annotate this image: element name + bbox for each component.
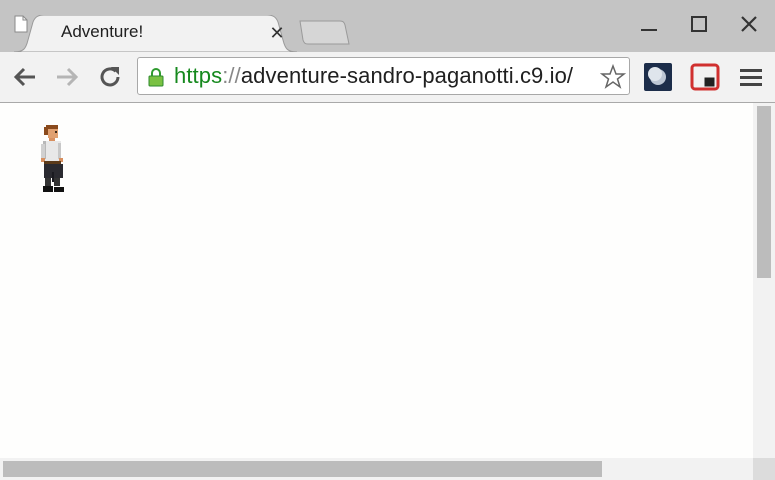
page-viewport <box>0 103 753 458</box>
vertical-scrollbar[interactable] <box>753 103 775 458</box>
lock-icon <box>148 68 164 87</box>
hamburger-menu-icon[interactable] <box>739 67 763 89</box>
forward-arrow-icon[interactable] <box>53 63 81 91</box>
tab-shape <box>14 15 297 52</box>
url-separator: :// <box>222 63 241 88</box>
horizontal-scrollbar-thumb[interactable] <box>3 461 602 477</box>
new-tab-button[interactable] <box>298 20 350 46</box>
browser-toolbar: https://adventure-sandro-paganotti.c9.io… <box>0 52 775 103</box>
url-host: adventure-sandro-paganotti.c9.io/ <box>240 63 574 88</box>
minimize-icon[interactable] <box>634 10 664 40</box>
scrollbar-corner <box>753 458 775 480</box>
document-icon <box>14 15 28 33</box>
close-icon[interactable] <box>734 10 764 40</box>
back-arrow-icon[interactable] <box>11 63 39 91</box>
window-titlebar: Adventure! ✕ <box>0 0 775 52</box>
tab-adventure[interactable]: Adventure! ✕ <box>14 15 297 52</box>
vertical-scrollbar-thumb[interactable] <box>757 106 771 278</box>
url-scheme: https <box>174 63 223 88</box>
horizontal-scrollbar[interactable] <box>0 458 753 480</box>
reload-icon[interactable] <box>96 63 124 91</box>
tab-title: Adventure! <box>61 22 144 41</box>
tab-close-icon[interactable]: ✕ <box>268 24 286 42</box>
screen-capture-extension-icon[interactable] <box>690 62 720 92</box>
adventurer-sprite[interactable] <box>39 124 71 196</box>
moon-extension-icon[interactable] <box>643 62 673 92</box>
url-text: https://adventure-sandro-paganotti.c9.io… <box>174 63 573 89</box>
maximize-icon[interactable] <box>684 10 714 40</box>
address-bar[interactable]: https://adventure-sandro-paganotti.c9.io… <box>137 57 630 95</box>
star-icon[interactable] <box>600 64 626 90</box>
